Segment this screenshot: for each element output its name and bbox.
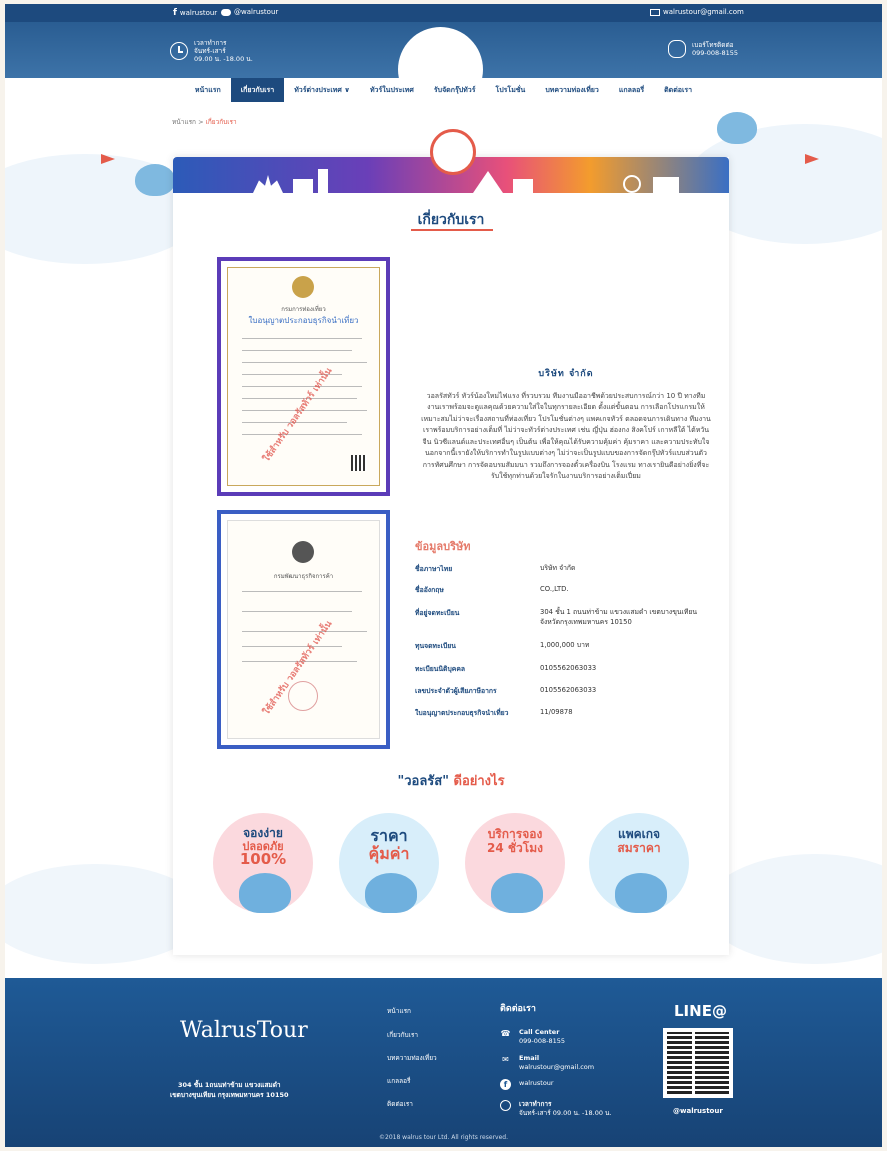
chevron-down-icon: ∨	[344, 86, 350, 94]
company-row: ใบอนุญาตประกอบธุรกิจนำเที่ยว 11/09878	[415, 708, 573, 717]
company-info-heading: ข้อมูลบริษัท	[415, 540, 471, 553]
headset-icon	[668, 40, 686, 58]
breadcrumb-home[interactable]: หน้าแรก	[172, 118, 196, 126]
phone-icon: ☎	[500, 1029, 511, 1038]
line-qr-code[interactable]	[663, 1028, 733, 1098]
footer-contact-heading: ติดต่อเรา	[500, 1004, 536, 1014]
nav-gallery[interactable]: แกลลอรี่	[609, 78, 654, 102]
footer-link-home[interactable]: หน้าแรก	[387, 1006, 411, 1016]
phone-contact[interactable]: เบอร์โทรติดต่อ 099-008-8155	[668, 40, 738, 58]
page-title: เกี่ยวกับเรา	[417, 212, 485, 228]
footer-logo[interactable]: WalrusTour	[180, 1018, 308, 1043]
nav-articles[interactable]: บทความท่องเที่ยว	[535, 78, 609, 102]
footer-hours: เวลาทำการ จันทร์-เสาร์ 09.00 น. -18.00 น.	[500, 1100, 612, 1118]
line-link[interactable]: @walrustour	[221, 8, 278, 16]
company-row: ทะเบียนนิติบุคคล 0105562063033	[415, 664, 597, 673]
facebook-link[interactable]: f walrustour	[173, 8, 217, 18]
walrus-mascot	[491, 873, 543, 913]
company-registration-image: กรมพัฒนาธุรกิจการค้า ใช้สำหรับ วอลรัสทัว…	[217, 510, 390, 749]
clock-icon	[170, 42, 188, 60]
line-icon	[221, 8, 231, 16]
about-text-block: บริษัท จำกัด วอลรัสทัวร์ ทัวร์น้องใหม่ไฟ…	[421, 369, 711, 483]
mail-icon: ✉	[502, 1055, 509, 1064]
header: เวลาทำการ จันทร์-เสาร์ 09.00 น. -18.00 น…	[5, 22, 882, 112]
footer-facebook[interactable]: f walrustour	[500, 1079, 554, 1090]
footer-link-articles[interactable]: บทความท่องเที่ยว	[387, 1053, 437, 1063]
nav-promotions[interactable]: โปรโมชั่น	[485, 78, 535, 102]
nav-about[interactable]: เกี่ยวกับเรา	[230, 78, 285, 102]
company-row: เลขประจำตัวผู้เสียภาษีอากร 0105562063033	[415, 686, 597, 695]
walrus-mascot	[239, 873, 291, 913]
clock-icon	[500, 1100, 511, 1111]
garuda-emblem	[292, 541, 314, 563]
top-bar: f walrustour @walrustour walrustour@gmai…	[5, 4, 882, 22]
company-row: ทุนจดทะเบียน 1,000,000 บาท	[415, 641, 590, 650]
nav-home[interactable]: หน้าแรก	[185, 78, 231, 102]
walrus-mascot-right	[717, 112, 757, 144]
feature-easy-booking: จองง่าย ปลอดภัย 100%	[213, 813, 313, 913]
tourism-license-image: กรมการท่องเที่ยว ใบอนุญาตประกอบธุรกิจนำเ…	[217, 257, 390, 496]
company-row: ที่อยู่จดทะเบียน 304 ชั้น 1 ถนนท่าข้าม แข…	[415, 608, 697, 626]
footer: WalrusTour 304 ชั้น 1ถนนท่าข้าม แขวงแสมด…	[5, 978, 882, 1147]
footer-link-contact[interactable]: ติดต่อเรา	[387, 1099, 413, 1109]
nav-contact[interactable]: ติดต่อเรา	[654, 78, 702, 102]
feature-24h-service: บริการจอง 24 ชั่วโมง	[465, 813, 565, 913]
main-nav: หน้าแรก เกี่ยวกับเรา ทัวร์ต่างประเทศ ∨ ท…	[5, 78, 882, 102]
copyright: ©2018 walrus tour Ltd. All rights reserv…	[379, 1134, 508, 1141]
line-id[interactable]: @walrustour	[673, 1107, 723, 1115]
qr-code-small	[351, 455, 367, 471]
line-heading: LINE@	[674, 1002, 727, 1020]
facebook-icon: f	[500, 1079, 511, 1090]
mascot-badge	[430, 129, 476, 175]
page-frame: f walrustour @walrustour walrustour@gmai…	[5, 4, 882, 1147]
nav-international-tours[interactable]: ทัวร์ต่างประเทศ ∨	[284, 78, 360, 102]
footer-call-center[interactable]: ☎ Call Center 099-008-8155	[500, 1028, 566, 1046]
feature-package-price: แพคเกจ สมราคา	[589, 813, 689, 913]
footer-link-gallery[interactable]: แกลลอรี่	[387, 1076, 411, 1086]
email-link[interactable]: walrustour@gmail.com	[650, 8, 744, 16]
garuda-emblem	[292, 276, 314, 298]
company-row: ชื่ออังกฤษ CO.,LTD.	[415, 585, 569, 594]
nav-group-tours[interactable]: รับจัดกรุ๊ปทัวร์	[424, 78, 486, 102]
about-paragraph: วอลรัสทัวร์ ทัวร์น้องใหม่ไฟแรง ที่รวบรวม…	[421, 391, 711, 481]
walrus-mascot	[615, 873, 667, 913]
walrus-mascot	[365, 873, 417, 913]
walrus-mascot-left	[135, 164, 175, 196]
breadcrumb: หน้าแรก > เกี่ยวกับเรา	[172, 118, 237, 126]
company-name: บริษัท จำกัด	[538, 369, 594, 379]
breadcrumb-current: เกี่ยวกับเรา	[205, 118, 237, 126]
business-hours: เวลาทำการ จันทร์-เสาร์ 09.00 น. -18.00 น…	[170, 39, 253, 63]
title-underline	[411, 229, 493, 231]
why-walrus-heading: "วอลรัส" ดีอย่างไร	[397, 774, 505, 789]
company-row: ชื่อภาษาไทย บริษัท จำกัด	[415, 564, 576, 573]
footer-link-about[interactable]: เกี่ยวกับเรา	[387, 1030, 418, 1040]
footer-email[interactable]: ✉ Email walrustour@gmail.com	[500, 1054, 594, 1072]
nav-domestic-tours[interactable]: ทัวร์ในประเทศ	[360, 78, 424, 102]
cloud-bottom-right	[705, 854, 882, 964]
facebook-icon: f	[173, 8, 177, 18]
footer-address: 304 ชั้น 1ถนนท่าข้าม แขวงแสมดำ เขตบางขุน…	[170, 1081, 289, 1099]
mail-icon	[650, 8, 660, 16]
feature-value-price: ราคา คุ้มค่า	[339, 813, 439, 913]
content-card: เกี่ยวกับเรา กรมการท่องเที่ยว ใบอนุญาตปร…	[173, 129, 729, 955]
